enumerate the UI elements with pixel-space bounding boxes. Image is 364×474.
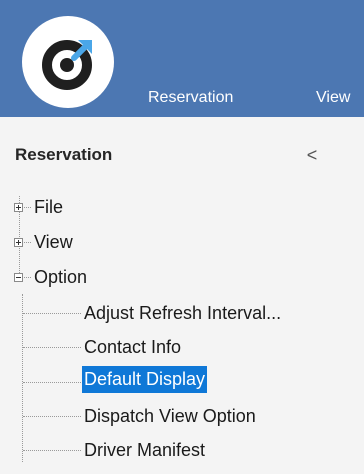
tree-node-label: Dispatch View Option [84, 406, 256, 426]
expand-file-icon[interactable] [14, 203, 23, 212]
tree-node-label: Driver Manifest [84, 440, 206, 460]
tree-node-contact-info[interactable]: Contact Info [84, 331, 181, 363]
tree-node-label: File [34, 197, 64, 217]
tree-connector [23, 450, 81, 451]
tree-connector [24, 242, 31, 243]
tree-connector [23, 347, 81, 348]
collapse-option-icon[interactable] [14, 273, 23, 282]
expand-view-icon[interactable] [14, 238, 23, 247]
tree-node-option[interactable]: Option [32, 261, 89, 293]
navigation-panel: Reservation < File View Option Adjust Re… [0, 117, 364, 474]
tree-connector [24, 207, 31, 208]
tree-node-default-display[interactable]: Default Display [82, 366, 208, 393]
tree-connector [24, 277, 31, 278]
collapse-panel-button[interactable]: < [300, 143, 324, 167]
menu-tab-view[interactable]: View [316, 89, 350, 107]
tree-node-file[interactable]: File [32, 191, 65, 223]
tree-connector [23, 313, 81, 314]
tree-connector [23, 416, 81, 417]
tree-connector [22, 294, 23, 462]
panel-title: Reservation [15, 145, 113, 164]
tree-node-label: Contact Info [84, 337, 182, 357]
tree-node-view[interactable]: View [32, 226, 75, 258]
tree-node-label: View [34, 232, 73, 252]
app-ribbon: Reservation View [0, 0, 364, 117]
tree-connector [23, 382, 81, 383]
tree-node-label: Option [34, 267, 88, 287]
tree-node-driver-manifest[interactable]: Driver Manifest [84, 434, 205, 466]
tree-node-label: Adjust Refresh Interval... [84, 303, 282, 323]
app-logo-icon[interactable] [22, 16, 114, 108]
tree-node-dispatch-view-option[interactable]: Dispatch View Option [84, 400, 256, 432]
options-tree: File View Option Adjust Refresh Interval… [0, 193, 364, 474]
tree-node-label: Default Display [84, 369, 206, 389]
tree-node-adjust-refresh-interval[interactable]: Adjust Refresh Interval... [84, 297, 281, 329]
panel-header: Reservation < [0, 117, 364, 193]
menu-tab-reservation[interactable]: Reservation [148, 89, 233, 107]
